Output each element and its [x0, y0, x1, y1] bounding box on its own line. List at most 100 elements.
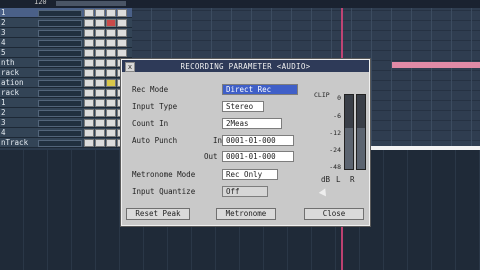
track-toggle-button[interactable] — [106, 29, 116, 37]
track-toggle-button[interactable] — [84, 9, 94, 17]
track-name: 3 — [1, 118, 6, 127]
track-toggle-button[interactable] — [106, 59, 116, 67]
track-level-slot[interactable] — [38, 70, 82, 77]
track-row[interactable]: ation — [0, 78, 132, 88]
track-toggle-button[interactable] — [95, 109, 105, 117]
count-in-label: Count In — [132, 119, 169, 128]
track-toggle-button[interactable] — [95, 139, 105, 147]
reset-peak-button[interactable]: Reset Peak — [126, 208, 190, 220]
metronome-mode-select[interactable]: Rec Only — [222, 169, 278, 180]
track-toggle-button[interactable] — [95, 99, 105, 107]
track-toggle-button[interactable] — [84, 39, 94, 47]
metronome-button[interactable]: Metronome — [216, 208, 276, 220]
track-row[interactable]: 4 — [0, 128, 132, 138]
track-toggle-button[interactable] — [106, 99, 116, 107]
track-level-slot[interactable] — [38, 40, 82, 47]
track-toggle-button[interactable] — [95, 129, 105, 137]
track-toggle-button[interactable] — [106, 9, 116, 17]
track-row[interactable]: nTrack — [0, 138, 132, 148]
track-toggle-button[interactable] — [106, 39, 116, 47]
toolbar-field[interactable] — [56, 1, 126, 6]
track-toggle-button[interactable] — [84, 89, 94, 97]
track-level-slot[interactable] — [38, 30, 82, 37]
track-toggle-button[interactable] — [95, 9, 105, 17]
track-toggle-button[interactable] — [95, 19, 105, 27]
track-row[interactable]: rack — [0, 68, 132, 78]
track-row[interactable]: 1 — [0, 8, 132, 18]
track-row[interactable]: 3 — [0, 118, 132, 128]
track-toggle-button[interactable] — [95, 69, 105, 77]
punch-out-field[interactable]: 0001-01-000 — [222, 151, 294, 162]
app-window: 120 1 2 3 4 5 nth rack ation rack 1 2 3 4 nTrack x RE… — [0, 0, 480, 270]
track-toggle-button[interactable] — [84, 69, 94, 77]
track-toggle-button[interactable] — [84, 59, 94, 67]
meter-l-label: L — [336, 175, 341, 184]
count-in-field[interactable]: 2Meas — [222, 118, 282, 129]
track-toggle-button[interactable] — [95, 89, 105, 97]
input-type-select[interactable]: Stereo — [222, 101, 264, 112]
track-toggle-button[interactable] — [106, 79, 116, 87]
track-toggle-button[interactable] — [84, 129, 94, 137]
track-toggle-button[interactable] — [106, 119, 116, 127]
track-row[interactable]: 4 — [0, 38, 132, 48]
track-toggle-button[interactable] — [95, 79, 105, 87]
track-level-slot[interactable] — [38, 130, 82, 137]
track-toggle-button[interactable] — [84, 119, 94, 127]
track-toggle-button[interactable] — [84, 19, 94, 27]
track-toggle-button[interactable] — [106, 129, 116, 137]
track-level-slot[interactable] — [38, 20, 82, 27]
track-name: 2 — [1, 108, 6, 117]
track-level-slot[interactable] — [38, 120, 82, 127]
track-row[interactable]: nth — [0, 58, 132, 68]
close-button[interactable]: Close — [304, 208, 364, 220]
track-toggle-button[interactable] — [84, 139, 94, 147]
auto-punch-label: Auto Punch — [132, 136, 178, 145]
track-toggle-button[interactable] — [106, 109, 116, 117]
track-toggle-button[interactable] — [84, 49, 94, 57]
track-toggle-button[interactable] — [106, 89, 116, 97]
track-toggle-button[interactable] — [95, 49, 105, 57]
track-name: nTrack — [1, 138, 29, 147]
track-level-slot[interactable] — [38, 140, 82, 147]
track-name: 4 — [1, 38, 6, 47]
track-row[interactable]: rack — [0, 88, 132, 98]
track-toggle-button[interactable] — [95, 39, 105, 47]
top-toolbar: 120 — [0, 0, 480, 8]
track-toggle-button[interactable] — [117, 49, 127, 57]
rec-mode-select[interactable]: Direct Rec — [222, 84, 298, 95]
track-toggle-button[interactable] — [95, 59, 105, 67]
track-toggle-button[interactable] — [84, 29, 94, 37]
track-row[interactable]: 2 — [0, 18, 132, 28]
track-toggle-button[interactable] — [84, 99, 94, 107]
track-toggle-button[interactable] — [95, 29, 105, 37]
track-level-slot[interactable] — [38, 80, 82, 87]
track-level-slot[interactable] — [38, 110, 82, 117]
track-level-slot[interactable] — [38, 90, 82, 97]
track-toggle-button[interactable] — [106, 49, 116, 57]
track-name: ation — [1, 78, 24, 87]
track-toggle-button[interactable] — [106, 139, 116, 147]
track-toggle-button[interactable] — [117, 19, 127, 27]
track-row[interactable]: 5 — [0, 48, 132, 58]
audio-clip[interactable] — [392, 62, 480, 68]
track-level-slot[interactable] — [38, 10, 82, 17]
punch-in-field[interactable]: 0001-01-000 — [222, 135, 294, 146]
meter-r-label: R — [350, 175, 355, 184]
track-toggle-button[interactable] — [117, 39, 127, 47]
track-row[interactable]: 2 — [0, 108, 132, 118]
track-row[interactable]: 3 — [0, 28, 132, 38]
track-toggle-button[interactable] — [84, 109, 94, 117]
dialog-title: RECORDING PARAMETER <AUDIO> — [180, 62, 311, 71]
track-toggle-button[interactable] — [106, 69, 116, 77]
track-toggle-button[interactable] — [106, 19, 116, 27]
track-toggle-button[interactable] — [84, 79, 94, 87]
track-level-slot[interactable] — [38, 50, 82, 57]
selected-region[interactable] — [370, 146, 480, 150]
input-quantize-select[interactable]: Off — [222, 186, 268, 197]
track-toggle-button[interactable] — [117, 29, 127, 37]
track-level-slot[interactable] — [38, 100, 82, 107]
track-toggle-button[interactable] — [95, 119, 105, 127]
track-level-slot[interactable] — [38, 60, 82, 67]
track-toggle-button[interactable] — [117, 9, 127, 17]
track-row[interactable]: 1 — [0, 98, 132, 108]
